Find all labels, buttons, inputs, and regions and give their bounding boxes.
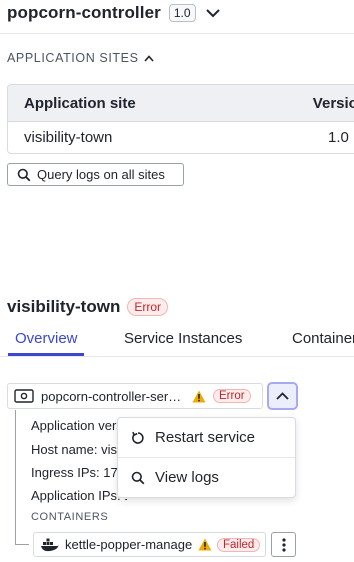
query-logs-button[interactable]: Query logs on all sites bbox=[7, 163, 184, 186]
chevron-up-icon bbox=[143, 54, 154, 62]
chevron-up-icon bbox=[276, 392, 289, 400]
menu-item-view-logs[interactable]: View logs bbox=[118, 458, 295, 497]
service-status-badge: Error bbox=[213, 389, 251, 403]
warning-icon bbox=[192, 390, 206, 402]
site-version-cell: 1.0 bbox=[328, 129, 349, 146]
site-name-cell: visibility-town bbox=[24, 129, 113, 146]
site-detail-title: visibility-town Error bbox=[7, 297, 169, 317]
info-application-ips: Application IPs: 10.0.0.5 bbox=[31, 488, 127, 503]
section-label: APPLICATION SITES bbox=[7, 51, 139, 65]
containers-label: CONTAINERS bbox=[31, 511, 109, 523]
warning-icon bbox=[198, 538, 212, 551]
version-dropdown-button[interactable] bbox=[204, 4, 222, 22]
container-actions-button[interactable] bbox=[271, 532, 296, 557]
tab-overview[interactable]: Overview bbox=[15, 330, 78, 347]
version-badge: 1.0 bbox=[168, 4, 196, 22]
table-header: Application site Version bbox=[8, 85, 354, 122]
column-header-version: Version bbox=[312, 94, 354, 112]
detail-tabs: Overview Service Instances Containers bbox=[0, 328, 354, 357]
collapse-service-button[interactable] bbox=[267, 382, 298, 410]
service-actions-menu: Restart service View logs bbox=[117, 417, 296, 498]
site-name: visibility-town bbox=[7, 297, 121, 316]
container-card[interactable]: kettle-popper-manager Failed bbox=[33, 532, 266, 557]
info-host-name: Host name: visibility-town bbox=[31, 442, 127, 457]
menu-item-restart-service[interactable]: Restart service bbox=[118, 418, 295, 457]
app-header: popcorn-controller 1.0 bbox=[7, 2, 222, 24]
tab-containers[interactable]: Containers bbox=[292, 330, 354, 347]
kebab-icon bbox=[281, 537, 286, 552]
docker-icon bbox=[41, 538, 59, 551]
table-row[interactable]: visibility-town 1.0 bbox=[8, 122, 354, 153]
service-icon bbox=[14, 389, 34, 403]
header-divider bbox=[0, 33, 354, 34]
info-application-version: Application version: 1.0 bbox=[31, 418, 127, 433]
service-card[interactable]: popcorn-controller-service Error bbox=[7, 383, 263, 409]
active-tab-indicator bbox=[8, 353, 84, 356]
container-status-badge: Failed bbox=[217, 537, 261, 552]
info-ingress-ips: Ingress IPs: 172.16.0.10 bbox=[31, 465, 127, 480]
tree-connector bbox=[15, 410, 16, 544]
chevron-down-icon bbox=[205, 8, 220, 17]
container-name: kettle-popper-manager bbox=[65, 537, 193, 552]
tree-connector-branch bbox=[15, 544, 29, 545]
status-badge: Error bbox=[127, 298, 169, 316]
query-logs-label: Query logs on all sites bbox=[37, 167, 165, 182]
sites-table: Application site Version visibility-town… bbox=[7, 84, 354, 154]
search-icon bbox=[17, 168, 31, 181]
menu-item-label: View logs bbox=[155, 469, 219, 486]
tab-service-instances[interactable]: Service Instances bbox=[124, 330, 242, 347]
service-name: popcorn-controller-service bbox=[41, 388, 185, 404]
menu-item-label: Restart service bbox=[155, 429, 256, 446]
column-header-site: Application site bbox=[24, 94, 136, 112]
search-icon bbox=[131, 471, 145, 484]
restart-icon bbox=[132, 431, 144, 444]
app-title: popcorn-controller bbox=[7, 3, 161, 22]
application-sites-toggle[interactable]: APPLICATION SITES bbox=[7, 51, 154, 65]
